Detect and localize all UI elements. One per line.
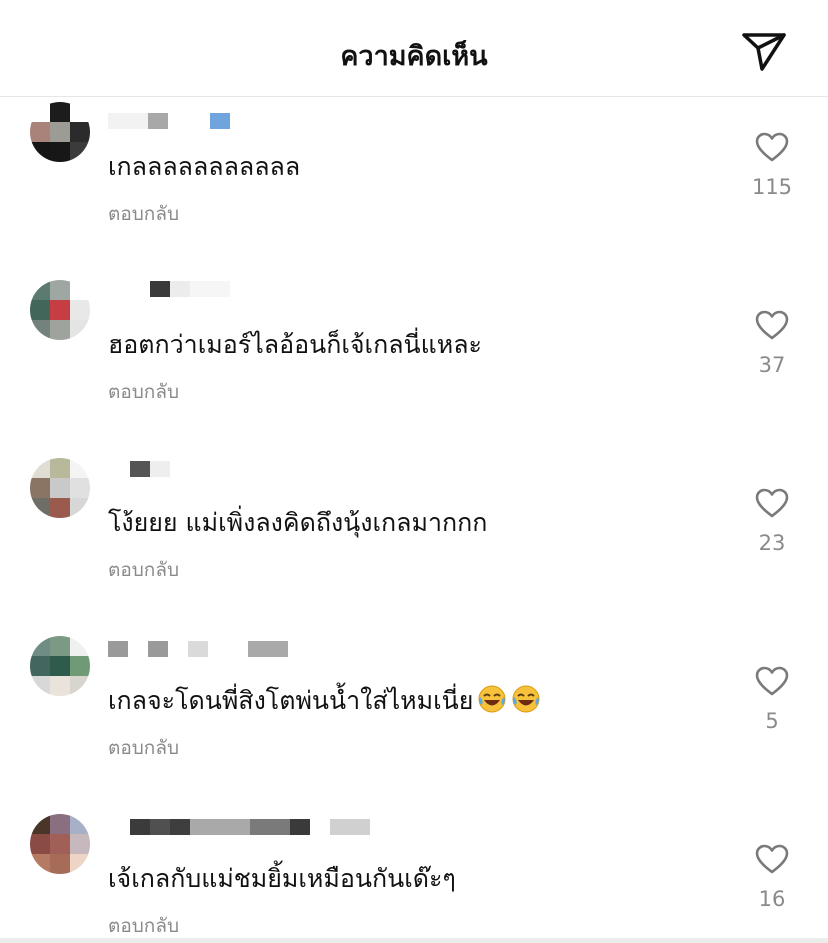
username[interactable] <box>108 279 230 299</box>
comment-item: เจ้เกลกับแม่ชมยิ้มเหมือนกันเด๊ะๆ ตอบกลับ… <box>0 809 828 943</box>
avatar[interactable] <box>30 280 90 340</box>
comment-text-body: เกลจะโดนพี่สิงโตพ่นน้ำใส่ไหมเนี่ย <box>108 686 474 715</box>
comment-item: เกลจะโดนพี่สิงโตพ่นน้ำใส่ไหมเนี่ย ตอบกลั… <box>0 631 828 801</box>
page-title: ความคิดเห็น <box>340 41 488 72</box>
reply-button[interactable]: ตอบกลับ <box>108 555 179 585</box>
like-button[interactable]: 16 <box>744 843 800 911</box>
avatar[interactable] <box>30 636 90 696</box>
heart-outline-icon <box>755 666 789 696</box>
comment-text: เจ้เกลกับแม่ชมยิ้มเหมือนกันเด๊ะๆ <box>108 864 456 893</box>
comment-text: โง้ยยย แม่เพิ่งลงคิดถึงนุ้งเกลมากกก <box>108 508 488 537</box>
like-button[interactable]: 5 <box>744 665 800 733</box>
face-with-tears-of-joy-icon <box>511 684 541 714</box>
like-count: 23 <box>758 531 786 555</box>
like-button[interactable]: 115 <box>744 131 800 199</box>
reply-button[interactable]: ตอบกลับ <box>108 911 179 941</box>
heart-outline-icon <box>755 132 789 162</box>
like-button[interactable]: 23 <box>744 487 800 555</box>
comment-item: ฮอตกว่าเมอร์ไลอ้อนก็เจ้เกลนี่แหละ ตอบกลั… <box>0 275 828 445</box>
heart-outline-icon <box>755 844 789 874</box>
comment-text: เกลลลลลลลลลลล <box>108 152 301 181</box>
avatar[interactable] <box>30 102 90 162</box>
comment-item: โง้ยยย แม่เพิ่งลงคิดถึงนุ้งเกลมากกก ตอบก… <box>0 453 828 623</box>
avatar[interactable] <box>30 814 90 874</box>
comment-text: เกลจะโดนพี่สิงโตพ่นน้ำใส่ไหมเนี่ย <box>108 681 541 721</box>
send-icon[interactable] <box>740 29 788 73</box>
like-count: 5 <box>765 709 779 733</box>
reply-button[interactable]: ตอบกลับ <box>108 377 179 407</box>
username[interactable] <box>108 639 288 659</box>
face-with-tears-of-joy-icon <box>477 684 507 714</box>
like-count: 16 <box>758 887 786 911</box>
heart-outline-icon <box>755 310 789 340</box>
avatar[interactable] <box>30 458 90 518</box>
comment-list[interactable]: เกลลลลลลลลลลล ตอบกลับ 115 ฮอตกว่าเมอร์ไล… <box>0 97 828 943</box>
heart-outline-icon <box>755 488 789 518</box>
like-button[interactable]: 37 <box>744 309 800 377</box>
comment-text: ฮอตกว่าเมอร์ไลอ้อนก็เจ้เกลนี่แหละ <box>108 330 482 359</box>
username[interactable] <box>108 817 370 837</box>
comments-header: ความคิดเห็น <box>0 0 828 97</box>
bottom-divider <box>0 938 828 943</box>
username[interactable] <box>108 111 230 131</box>
reply-button[interactable]: ตอบกลับ <box>108 199 179 229</box>
comment-item: เกลลลลลลลลลลล ตอบกลับ 115 <box>0 97 828 267</box>
username[interactable] <box>108 459 170 479</box>
like-count: 115 <box>751 175 793 199</box>
like-count: 37 <box>758 353 786 377</box>
reply-button[interactable]: ตอบกลับ <box>108 733 179 763</box>
